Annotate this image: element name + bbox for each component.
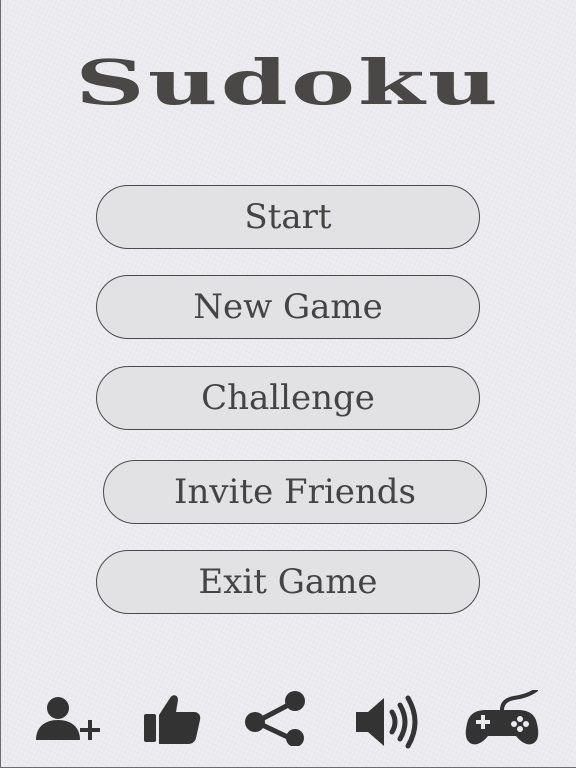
- challenge-button[interactable]: Challenge: [96, 366, 480, 430]
- sound-button[interactable]: [352, 690, 424, 750]
- add-friend-button[interactable]: [32, 690, 104, 750]
- share-button[interactable]: [242, 690, 310, 750]
- bottom-toolbar: [0, 690, 576, 760]
- new-game-button[interactable]: New Game: [96, 275, 480, 339]
- share-icon: [245, 691, 305, 746]
- thumbs-up-icon: [144, 695, 201, 744]
- games-button[interactable]: [458, 690, 548, 750]
- add-friend-icon: [36, 697, 100, 740]
- exit-game-button[interactable]: Exit Game: [96, 550, 480, 614]
- gamepad-icon: [465, 690, 539, 745]
- invite-friends-button[interactable]: Invite Friends: [103, 460, 487, 524]
- start-button[interactable]: Start: [96, 185, 480, 249]
- like-button[interactable]: [140, 690, 204, 750]
- game-title: Sudoku: [75, 46, 501, 119]
- sound-icon: [356, 695, 418, 749]
